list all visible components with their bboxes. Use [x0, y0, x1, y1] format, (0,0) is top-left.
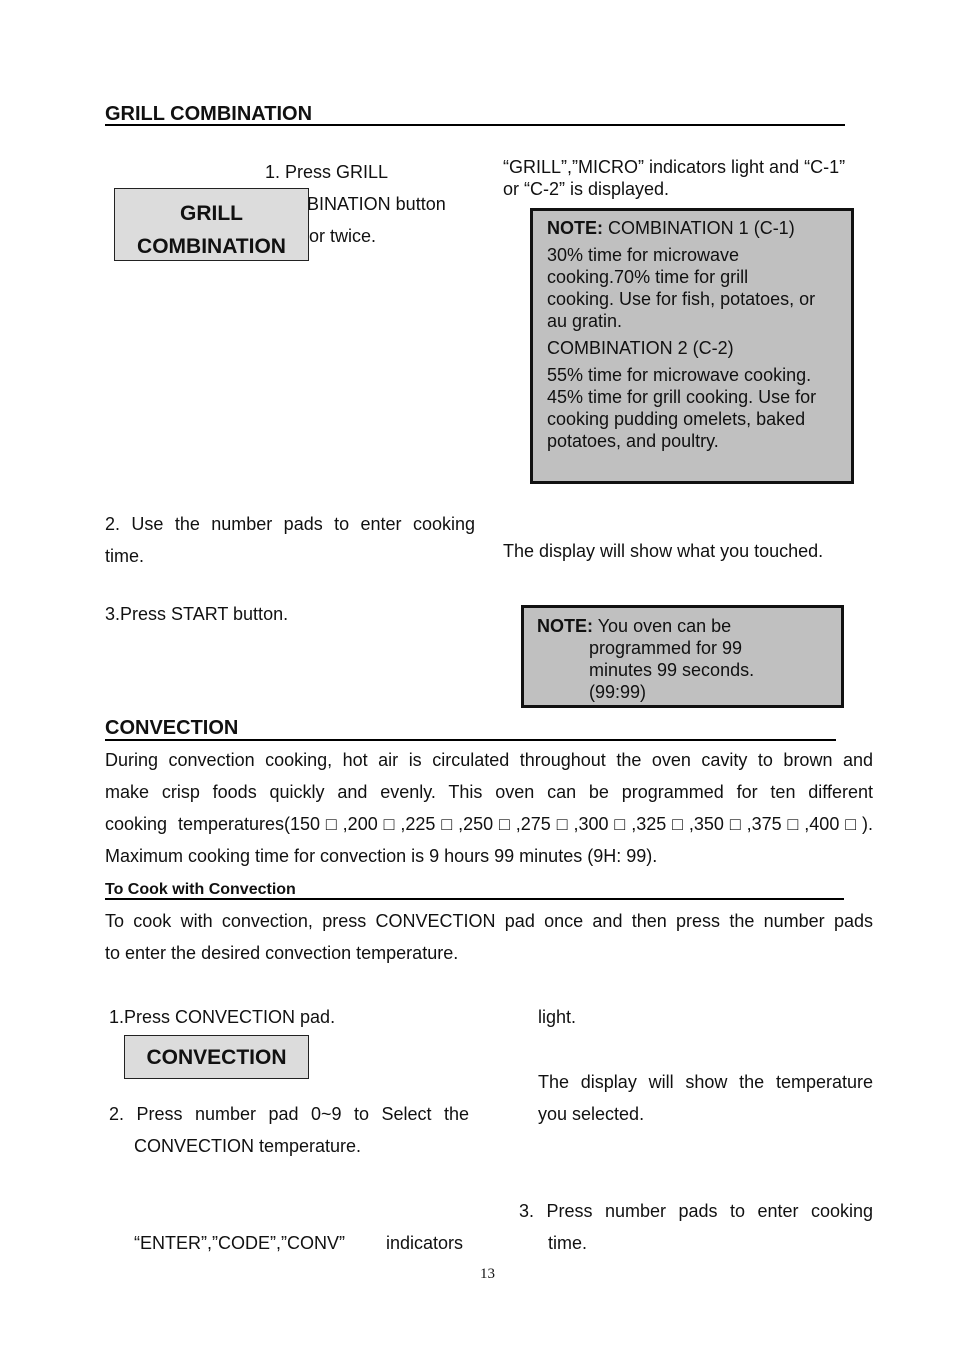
combination1-line: cooking. Use for fish, potatoes, or [547, 289, 816, 309]
indicator-text-line1: “GRILL”,”MICRO” indicators light and “C-… [503, 157, 846, 177]
convection-step2-result-line1: The display will show the temperature [538, 1072, 873, 1092]
combination1-title: COMBINATION 1 (C-1) [608, 218, 795, 238]
note2-line: minutes 99 seconds. [589, 660, 755, 680]
indicator-text-line2: or “C-2” is displayed. [503, 179, 670, 199]
step1-text-line1: 1. Press GRILL [265, 162, 389, 182]
heading-underline [105, 124, 845, 126]
combination2-line: 55% time for microwave cooking. [547, 365, 812, 385]
intro-line: During convection cooking, hot air is ci… [105, 750, 873, 770]
combination1-line: au gratin. [547, 311, 623, 331]
combination-note-box: NOTE: COMBINATION 1 (C-1) 30% time for m… [530, 208, 854, 484]
combination1-description: 30% time for microwave cooking.70% time … [547, 244, 851, 332]
indicator-text: “GRILL”,”MICRO” indicators light and “C-… [503, 156, 845, 200]
convection-step2-line1: 2. Press number pad 0~9 to Select the [109, 1104, 469, 1124]
max-time-note-box: NOTE: You oven can be programmed for 99 … [521, 605, 844, 708]
convection-step1-result-end: light. [538, 1007, 577, 1027]
step2-result-text: The display will show what you touched. [503, 541, 824, 561]
section-heading-convection: CONVECTION [105, 717, 239, 739]
step2-text-line2: time. [105, 546, 145, 566]
convection-instructions: To cook with convection, press CONVECTIO… [105, 905, 873, 969]
subheading-underline [105, 898, 844, 900]
heading-underline [105, 739, 836, 741]
note2-line: You oven can be [597, 616, 732, 636]
convection-pad-illustration: CONVECTION [124, 1035, 309, 1079]
intro-line: cooking temperatures(150□,200□,225□,250□… [105, 814, 873, 834]
convection-pad-label: CONVECTION [146, 1046, 287, 1069]
note-label: NOTE: [547, 218, 603, 238]
intro-line: make crisp foods quickly and evenly. Thi… [105, 782, 873, 802]
convection-step3-line1: 3. Press number pads to enter cooking [519, 1201, 873, 1221]
convection-step2-line2: CONVECTION temperature. [134, 1136, 362, 1156]
grill-combination-pad-illustration: GRILL COMBINATION [114, 188, 309, 261]
combination2-line: cooking pudding omelets, baked [547, 409, 806, 429]
subheading-to-cook-with-convection: To Cook with Convection [105, 881, 296, 898]
step3-text: 3.Press START button. [105, 604, 289, 624]
note2-line: (99:99) [589, 682, 647, 702]
page-number: 13 [480, 1266, 495, 1282]
convection-intro: During convection cooking, hot air is ci… [105, 744, 873, 872]
combination1-line: 30% time for microwave [547, 245, 740, 265]
combination2-description: 55% time for microwave cooking. 45% time… [547, 364, 851, 452]
convection-indicators-word: indicators [386, 1233, 464, 1253]
combination2-line: 45% time for grill cooking. Use for [547, 387, 817, 407]
note2-line: programmed for 99 [589, 638, 743, 658]
instructions-line: To cook with convection, press CONVECTIO… [105, 911, 873, 931]
intro-line: Maximum cooking time for convection is 9… [105, 846, 658, 866]
grill-combination-pad-label-line1: GRILL [180, 202, 243, 225]
instructions-line: to enter the desired convection temperat… [105, 943, 459, 963]
grill-combination-pad-label-line2: COMBINATION [137, 235, 286, 258]
section-heading-grill-combination: GRILL COMBINATION [105, 103, 313, 125]
convection-indicators-text: “ENTER”,”CODE”,”CONV” [134, 1233, 345, 1253]
convection-step1-text: 1.Press CONVECTION pad. [109, 1007, 336, 1027]
convection-step3-line2: time. [548, 1233, 588, 1253]
combination1-line: cooking.70% time for grill [547, 267, 749, 287]
note-label: NOTE: [537, 616, 593, 636]
combination2-line: potatoes, and poultry. [547, 431, 719, 451]
step2-text-line1: 2. Use the number pads to enter cooking [105, 514, 475, 534]
convection-step2-result-line2: you selected. [538, 1104, 645, 1124]
combination2-title: COMBINATION 2 (C-2) [547, 338, 734, 358]
